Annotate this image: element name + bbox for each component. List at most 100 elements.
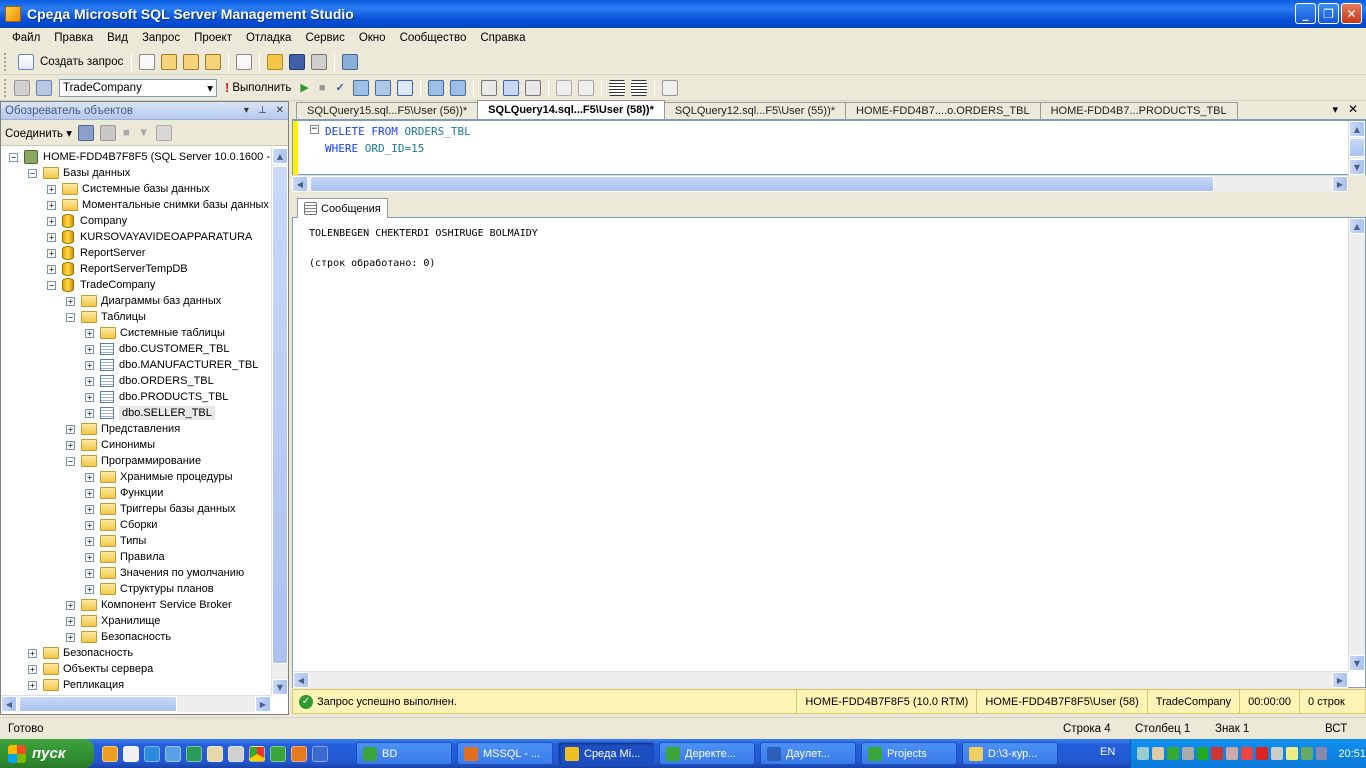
disconnect-icon[interactable] — [99, 124, 116, 141]
expand-icon[interactable]: + — [85, 488, 94, 498]
tab-sqlquery12[interactable]: SQLQuery12.sql...F5\User (55))* — [663, 102, 847, 119]
tree-node[interactable]: + KURSOVAYAVIDEOAPPARATURA — [47, 229, 252, 245]
pin-icon[interactable]: ⊥ — [258, 105, 267, 116]
expand-icon[interactable]: + — [66, 600, 75, 610]
tree-node[interactable]: + Хранилище — [66, 613, 160, 629]
expand-icon[interactable]: + — [85, 408, 94, 418]
expand-icon[interactable]: + — [28, 680, 37, 690]
results-grid-icon[interactable] — [502, 79, 519, 96]
mdx-query-icon[interactable] — [161, 53, 178, 70]
tray-edit-icon[interactable] — [1285, 747, 1298, 760]
tree-node[interactable]: + Правила — [85, 549, 165, 565]
new-query-button[interactable]: Создать запрос — [11, 53, 127, 70]
parse-check-icon[interactable]: ✓ — [336, 81, 345, 94]
new-project-icon[interactable] — [236, 53, 253, 70]
scroll-up-icon[interactable]: ▲ — [1349, 121, 1365, 137]
collapse-icon[interactable]: − — [9, 152, 18, 162]
expand-icon[interactable]: + — [85, 552, 94, 562]
chrome-icon[interactable] — [249, 745, 265, 762]
collapse-icon[interactable]: − — [47, 280, 56, 290]
activity-monitor-icon[interactable] — [342, 53, 359, 70]
tab-orders-tbl[interactable]: HOME-FDD4B7....o.ORDERS_TBL — [845, 102, 1041, 119]
scroll-right-icon[interactable]: ▶ — [255, 696, 271, 712]
results-file-icon[interactable] — [524, 79, 541, 96]
messages-tab[interactable]: Сообщения — [297, 198, 388, 218]
expand-icon[interactable]: + — [66, 616, 75, 626]
close-button[interactable]: ✕ — [1341, 3, 1362, 24]
restore-button[interactable]: ❐ — [1318, 3, 1339, 24]
expand-icon[interactable]: + — [66, 632, 75, 642]
tree-node[interactable]: + dbo.CUSTOMER_TBL — [85, 341, 229, 357]
expand-icon[interactable]: + — [85, 392, 94, 402]
expand-icon[interactable]: + — [47, 216, 56, 226]
collapse-region-icon[interactable]: − — [310, 125, 319, 134]
estimated-plan-icon[interactable] — [352, 79, 369, 96]
utorrent-icon[interactable] — [270, 745, 286, 762]
uncomment-icon[interactable] — [577, 79, 594, 96]
tray-user-icon[interactable] — [1151, 747, 1164, 760]
comment-icon[interactable] — [555, 79, 572, 96]
toolbar-grip[interactable] — [4, 78, 7, 97]
tree-node[interactable]: + Системные базы данных — [47, 181, 209, 197]
tree-node[interactable]: + ReportServer — [47, 245, 145, 261]
collapse-icon[interactable]: − — [66, 312, 75, 322]
taskbar-button[interactable]: Среда Mi... — [558, 742, 654, 765]
firefox-icon[interactable] — [291, 745, 307, 762]
filter-icon[interactable]: ▼ — [138, 127, 149, 139]
expand-icon[interactable]: + — [85, 344, 94, 354]
include-plan-icon[interactable] — [427, 79, 444, 96]
tray-display-icon[interactable] — [1315, 747, 1328, 760]
increase-indent-icon[interactable] — [630, 79, 647, 96]
dmx-query-icon[interactable] — [183, 53, 200, 70]
expand-icon[interactable]: + — [85, 376, 94, 386]
tree-node[interactable]: + dbo.ORDERS_TBL — [85, 373, 214, 389]
scroll-down-icon[interactable]: ▼ — [1349, 655, 1365, 671]
expand-icon[interactable]: + — [28, 648, 37, 658]
tray-utorrent-icon[interactable] — [1166, 747, 1179, 760]
scroll-thumb[interactable] — [310, 176, 1214, 192]
show-desktop-icon[interactable] — [165, 745, 181, 762]
specify-values-icon[interactable] — [661, 79, 678, 96]
taskbar-button[interactable]: BD — [356, 742, 452, 765]
tray-clock[interactable]: 20:51 — [1338, 748, 1366, 760]
expand-icon[interactable]: + — [85, 568, 94, 578]
scroll-down-icon[interactable]: ▼ — [1349, 159, 1365, 175]
tab-sqlquery14[interactable]: SQLQuery14.sql...F5\User (58))* — [477, 100, 665, 119]
expand-icon[interactable]: + — [85, 504, 94, 514]
scroll-up-icon[interactable]: ▲ — [1349, 218, 1365, 234]
tree-horizontal-scrollbar[interactable]: ◀ ▶ — [1, 695, 271, 712]
tray-settings-icon[interactable] — [1181, 747, 1194, 760]
tray-target-icon[interactable] — [1241, 747, 1253, 760]
expand-icon[interactable]: + — [85, 520, 94, 530]
collapse-icon[interactable]: − — [28, 168, 37, 178]
collapse-icon[interactable]: − — [66, 456, 75, 466]
tray-network-icon[interactable] — [1137, 747, 1149, 760]
quicklaunch-green-icon[interactable] — [186, 745, 202, 762]
taskbar-button[interactable]: Даулет... — [760, 742, 856, 765]
quicklaunch-calendar-icon[interactable] — [123, 745, 139, 762]
tree-node[interactable]: − Таблицы — [66, 309, 146, 325]
tree-node[interactable]: + Безопасность — [66, 629, 171, 645]
menu-edit[interactable]: Правка — [47, 32, 100, 44]
expand-icon[interactable]: + — [47, 232, 56, 242]
pane-close-icon[interactable]: ✕ — [276, 105, 284, 116]
scroll-thumb[interactable] — [1349, 138, 1365, 157]
editor-horizontal-scrollbar[interactable]: ◀ ▶ — [292, 175, 1348, 192]
decrease-indent-icon[interactable] — [608, 79, 625, 96]
expand-icon[interactable]: + — [85, 472, 94, 482]
scroll-left-icon[interactable]: ◀ — [293, 672, 309, 688]
execute-button[interactable]: ! Выполнить — [221, 80, 295, 95]
quicklaunch-paint-icon[interactable] — [207, 745, 223, 762]
taskbar-button[interactable]: Деректе... — [659, 742, 755, 765]
tree-node[interactable]: + Сборки — [85, 517, 157, 533]
tree-node[interactable]: + Безопасность — [28, 645, 133, 661]
minimize-button[interactable]: _ — [1295, 3, 1316, 24]
tree-node[interactable]: − HOME-FDD4B7F8F5 (SQL Server 10.0.1600 -… — [9, 149, 271, 165]
results-text-icon[interactable] — [480, 79, 497, 96]
tree-node[interactable]: + Компонент Service Broker — [66, 597, 232, 613]
internet-explorer-icon[interactable] — [144, 745, 160, 762]
tab-close-icon[interactable]: ✕ — [1348, 102, 1358, 116]
scroll-down-icon[interactable]: ▼ — [272, 679, 288, 695]
tree-node[interactable]: + Объекты сервера — [28, 661, 153, 677]
debug-play-icon[interactable]: ▶ — [300, 81, 308, 94]
